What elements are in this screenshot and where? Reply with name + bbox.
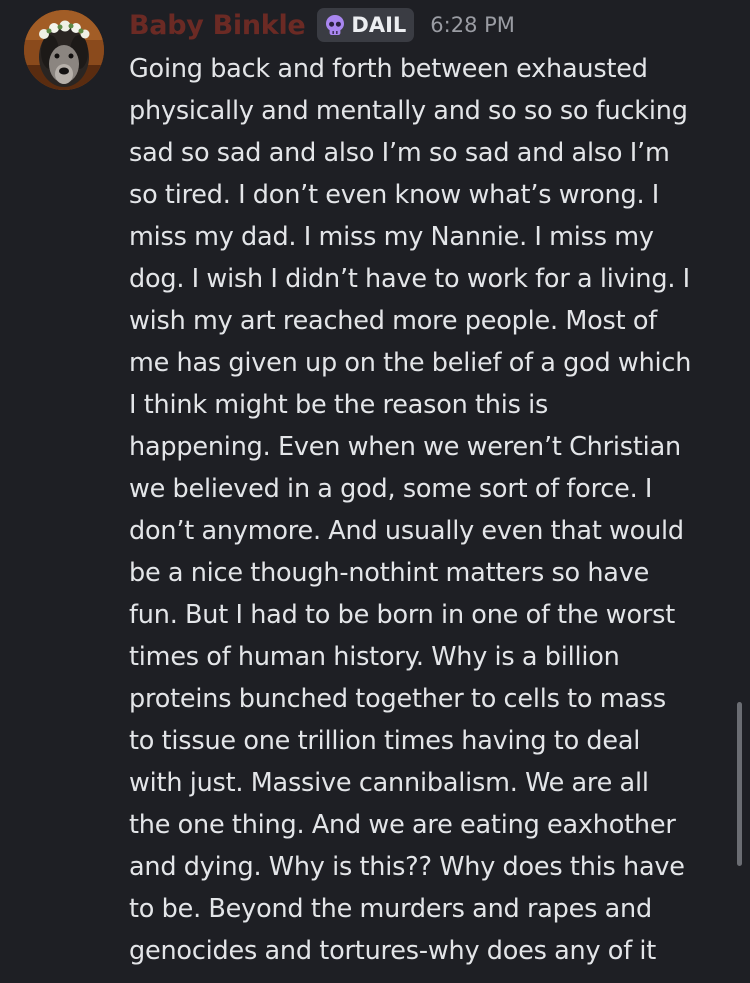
message-line: happening. Even when we weren’t Christia…	[129, 432, 681, 462]
message-line: we believed in a god, some sort of force…	[129, 474, 653, 504]
message-line: the one thing. And we are eating eaxhoth…	[129, 810, 676, 840]
message-line: Going back and forth between exhausted	[129, 54, 648, 84]
message-line: fun. But I had to be born in one of the …	[129, 600, 676, 630]
message-line: physically and mentally and so so so fuc…	[129, 96, 688, 126]
message-line: wish my art reached more people. Most of	[129, 306, 658, 336]
message-line: I think might be the reason this is	[129, 390, 549, 420]
scrollbar-thumb[interactable]	[737, 702, 742, 866]
skull-icon	[326, 15, 345, 35]
message-line: to tissue one trillion times having to d…	[129, 726, 641, 756]
author-name[interactable]: Baby Binkle	[129, 10, 306, 41]
server-tag-label: DAIL	[351, 13, 407, 37]
message-line: and dying. Why is this?? Why does this h…	[129, 852, 685, 882]
message-timestamp[interactable]: 6:28 PM	[430, 13, 515, 37]
avatar[interactable]	[24, 10, 104, 90]
message-line: miss my dad. I miss my Nannie. I miss my	[129, 222, 654, 252]
message-line: so tired. I don’t even know what’s wrong…	[129, 180, 660, 210]
message-header: Baby Binkle DAIL 6:28 PM	[129, 6, 515, 44]
message-line: don’t anymore. And usually even that wou…	[129, 516, 684, 546]
message-body: Going back and forth between exhausted p…	[129, 48, 729, 972]
message-line: be a nice though-nothint matters so have	[129, 558, 650, 588]
message-line: to be. Beyond the murders and rapes and	[129, 894, 652, 924]
message-line: with just. Massive cannibalism. We are a…	[129, 768, 649, 798]
chat-screen: Baby Binkle DAIL 6:28 PM Going back and …	[0, 0, 750, 983]
message-line: times of human history. Why is a billion	[129, 642, 620, 672]
dog-avatar-image	[24, 10, 104, 90]
message-line: proteins bunched together to cells to ma…	[129, 684, 666, 714]
message-line: dog. I wish I didn’t have to work for a …	[129, 264, 690, 294]
server-tag[interactable]: DAIL	[317, 8, 415, 42]
message-line: me has given up on the belief of a god w…	[129, 348, 692, 378]
message-line: genocides and tortures-why does any of i…	[129, 936, 657, 966]
message-line: sad so sad and also I’m so sad and also …	[129, 138, 670, 168]
